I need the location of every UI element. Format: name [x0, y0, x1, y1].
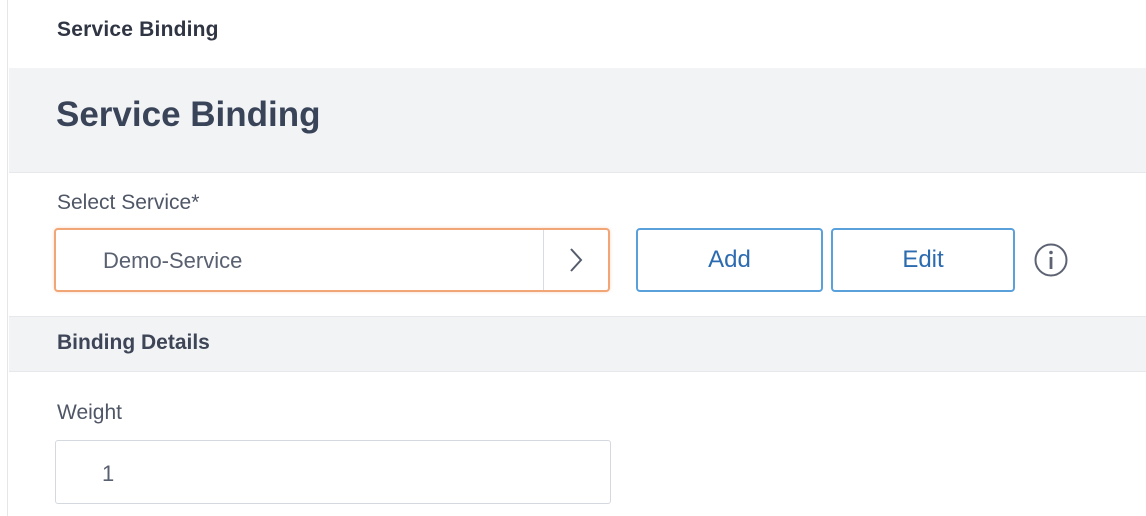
chevron-right-icon: [570, 248, 583, 272]
weight-value: 1: [102, 461, 115, 486]
left-divider: [0, 0, 8, 516]
select-service-label: Select Service*: [57, 191, 200, 214]
page-header: Service Binding: [9, 68, 1146, 173]
add-button[interactable]: Add: [636, 228, 823, 292]
binding-details-section: Binding Details: [9, 316, 1146, 372]
edit-button[interactable]: Edit: [831, 228, 1015, 292]
weight-input[interactable]: 1: [55, 440, 611, 504]
binding-details-title: Binding Details: [57, 331, 210, 354]
weight-label: Weight: [57, 401, 122, 424]
select-service-value: Demo-Service: [103, 248, 243, 273]
page-title: Service Binding: [56, 95, 321, 134]
select-service-field[interactable]: Demo-Service: [54, 228, 610, 292]
info-circle-icon[interactable]: [1033, 242, 1069, 278]
breadcrumb: Service Binding: [57, 18, 219, 41]
select-service-open-button[interactable]: [543, 230, 608, 290]
